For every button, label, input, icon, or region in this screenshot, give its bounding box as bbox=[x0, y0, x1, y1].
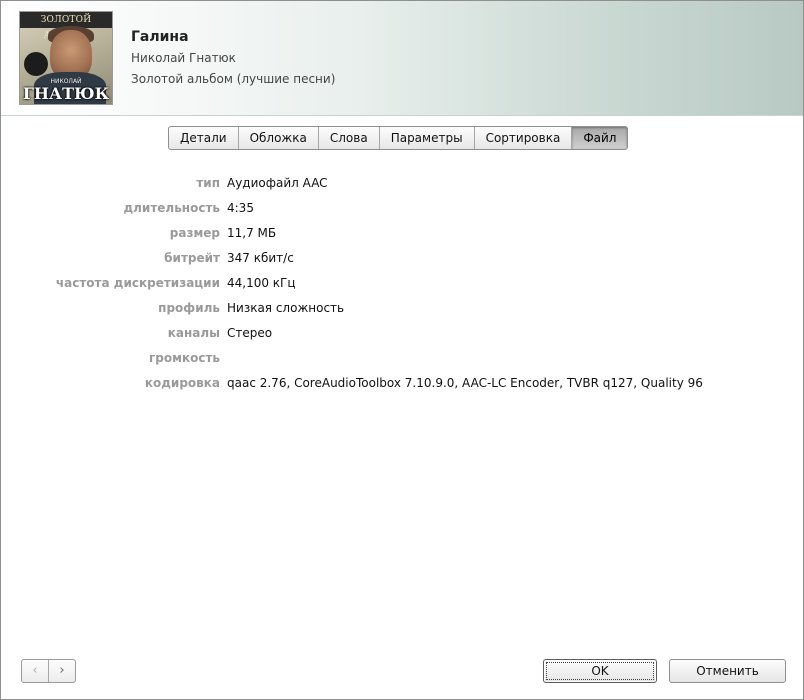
field-row-kind: тип Аудиофайл AAC bbox=[1, 173, 803, 198]
tab-artwork[interactable]: Обложка bbox=[239, 127, 319, 149]
track-header: ЗОЛОТОЙ АЛЬБОМ НИКОЛАЙ ГНАТЮК Галина Ник… bbox=[1, 1, 803, 116]
track-title: Галина bbox=[131, 29, 189, 45]
chevron-left-icon: ‹ bbox=[32, 663, 38, 678]
tab-sorting[interactable]: Сортировка bbox=[475, 127, 573, 149]
field-label: частота дискретизации bbox=[55, 276, 220, 290]
field-label: длительность bbox=[123, 201, 220, 215]
cover-badge bbox=[24, 52, 48, 76]
field-row-channels: каналы Стерео bbox=[1, 323, 803, 348]
field-label: битрейт bbox=[164, 251, 220, 265]
field-label: размер bbox=[169, 226, 220, 240]
field-label: громкость bbox=[149, 351, 220, 365]
next-track-button[interactable]: › bbox=[49, 660, 75, 682]
ok-button-label: OK bbox=[546, 662, 654, 680]
previous-track-button[interactable]: ‹ bbox=[22, 660, 49, 682]
track-navigation: ‹ › bbox=[21, 659, 76, 683]
cancel-button[interactable]: Отменить bbox=[669, 659, 786, 683]
field-value: Низкая сложность bbox=[227, 301, 345, 315]
field-value: qaac 2.76, CoreAudioToolbox 7.10.9.0, AA… bbox=[227, 376, 703, 390]
field-value: 4:35 bbox=[227, 201, 254, 215]
field-value: 44,100 кГц bbox=[227, 276, 296, 290]
tab-lyrics[interactable]: Слова bbox=[319, 127, 380, 149]
ok-button[interactable]: OK bbox=[543, 659, 657, 683]
field-value: Аудиофайл AAC bbox=[227, 176, 328, 190]
field-label: каналы bbox=[167, 326, 220, 340]
field-row-sample-rate: частота дискретизации 44,100 кГц bbox=[1, 273, 803, 298]
field-row-bitrate: битрейт 347 кбит/с bbox=[1, 248, 803, 273]
info-dialog: ЗОЛОТОЙ АЛЬБОМ НИКОЛАЙ ГНАТЮК Галина Ник… bbox=[0, 0, 804, 700]
tab-options[interactable]: Параметры bbox=[380, 127, 475, 149]
tab-file[interactable]: Файл bbox=[572, 127, 628, 149]
file-info-fields: тип Аудиофайл AAC длительность 4:35 разм… bbox=[1, 173, 803, 398]
field-value: Стерео bbox=[227, 326, 273, 340]
tab-details[interactable]: Детали bbox=[169, 127, 239, 149]
field-value: 347 кбит/с bbox=[227, 251, 294, 265]
field-value: 11,7 МБ bbox=[227, 226, 277, 240]
track-artist: Николай Гнатюк bbox=[131, 51, 236, 65]
chevron-right-icon: › bbox=[59, 663, 65, 678]
field-row-encoder: кодировка qaac 2.76, CoreAudioToolbox 7.… bbox=[1, 373, 803, 398]
field-label: тип bbox=[196, 176, 220, 190]
tab-bar: Детали Обложка Слова Параметры Сортировк… bbox=[168, 126, 629, 150]
field-row-size: размер 11,7 МБ bbox=[1, 223, 803, 248]
cover-last-name: ГНАТЮК bbox=[22, 84, 110, 103]
field-row-profile: профиль Низкая сложность bbox=[1, 298, 803, 323]
field-label: кодировка bbox=[144, 376, 220, 390]
album-cover: ЗОЛОТОЙ АЛЬБОМ НИКОЛАЙ ГНАТЮК bbox=[19, 11, 113, 105]
field-label: профиль bbox=[158, 301, 220, 315]
field-row-duration: длительность 4:35 bbox=[1, 198, 803, 223]
field-row-volume: громкость bbox=[1, 348, 803, 373]
track-album: Золотой альбом (лучшие песни) bbox=[131, 72, 336, 86]
